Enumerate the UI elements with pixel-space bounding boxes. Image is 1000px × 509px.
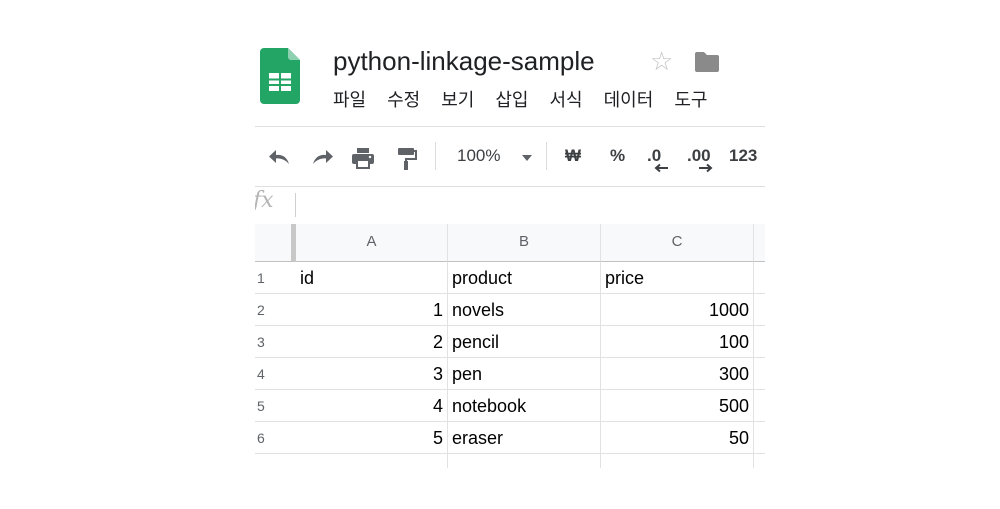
cell-a6[interactable]: 5 xyxy=(296,422,448,454)
cell-a3[interactable]: 2 xyxy=(296,326,448,358)
currency-format-button[interactable]: ₩ xyxy=(565,145,581,167)
menu-file[interactable]: 파일 xyxy=(333,88,366,112)
menu-tools[interactable]: 도구 xyxy=(674,88,707,112)
arrow-left-icon xyxy=(654,163,668,173)
cell-a2[interactable]: 1 xyxy=(296,294,448,326)
cell-c3[interactable]: 100 xyxy=(601,326,754,358)
cell-c5[interactable]: 500 xyxy=(601,390,754,422)
chevron-down-icon[interactable] xyxy=(521,154,533,162)
cell-c1[interactable]: price xyxy=(601,262,754,294)
menu-insert[interactable]: 삽입 xyxy=(495,88,528,112)
row-header-2[interactable]: 2 xyxy=(255,294,296,326)
cell-d7[interactable] xyxy=(754,454,765,468)
redo-icon[interactable] xyxy=(309,146,335,168)
cell-d4[interactable] xyxy=(754,358,765,390)
formula-bar-divider xyxy=(295,193,296,217)
column-header-b[interactable]: B xyxy=(448,224,601,262)
row-header-4[interactable]: 4 xyxy=(255,358,296,390)
cell-b7[interactable] xyxy=(448,454,601,468)
viewport: python-linkage-sample ☆ 파일 수정 보기 삽입 서식 데이터 도구 xyxy=(255,38,765,468)
row-header-7[interactable] xyxy=(255,454,296,468)
cell-a7[interactable] xyxy=(296,454,448,468)
menu-view[interactable]: 보기 xyxy=(441,88,474,112)
percent-format-button[interactable]: % xyxy=(610,145,625,167)
cell-c2[interactable]: 1000 xyxy=(601,294,754,326)
cell-a4[interactable]: 3 xyxy=(296,358,448,390)
document-title[interactable]: python-linkage-sample xyxy=(333,45,595,77)
toolbar-divider xyxy=(546,142,547,170)
cell-b6[interactable]: eraser xyxy=(448,422,601,454)
column-header-a[interactable]: A xyxy=(296,224,448,262)
row-header-5[interactable]: 5 xyxy=(255,390,296,422)
undo-icon[interactable] xyxy=(267,146,293,168)
menu-format[interactable]: 서식 xyxy=(550,88,583,112)
cell-d5[interactable] xyxy=(754,390,765,422)
folder-icon[interactable] xyxy=(693,50,721,74)
menu-data[interactable]: 데이터 xyxy=(604,88,654,112)
cell-c4[interactable]: 300 xyxy=(601,358,754,390)
cell-d3[interactable] xyxy=(754,326,765,358)
cell-a5[interactable]: 4 xyxy=(296,390,448,422)
cell-d2[interactable] xyxy=(754,294,765,326)
formula-input[interactable] xyxy=(303,190,753,220)
cell-b5[interactable]: notebook xyxy=(448,390,601,422)
toolbar-divider-line xyxy=(255,186,765,187)
column-header-d[interactable] xyxy=(754,224,765,262)
cell-c6[interactable]: 50 xyxy=(601,422,754,454)
cell-b4[interactable]: pen xyxy=(448,358,601,390)
google-sheets-logo-icon[interactable] xyxy=(260,48,300,104)
fx-icon: fx xyxy=(255,188,274,213)
paint-format-icon[interactable] xyxy=(396,146,418,172)
cell-b3[interactable]: pencil xyxy=(448,326,601,358)
row-header-3[interactable]: 3 xyxy=(255,326,296,358)
zoom-select[interactable]: 100% xyxy=(457,145,500,167)
print-icon[interactable] xyxy=(350,146,376,170)
star-icon[interactable]: ☆ xyxy=(650,47,673,75)
cell-d6[interactable] xyxy=(754,422,765,454)
row-header-6[interactable]: 6 xyxy=(255,422,296,454)
column-header-c[interactable]: C xyxy=(601,224,754,262)
cell-c7[interactable] xyxy=(601,454,754,468)
menu-edit[interactable]: 수정 xyxy=(387,88,420,112)
select-all-corner[interactable] xyxy=(255,224,296,262)
cell-b2[interactable]: novels xyxy=(448,294,601,326)
header-divider xyxy=(255,126,765,127)
cell-b1[interactable]: product xyxy=(448,262,601,294)
arrow-right-icon xyxy=(699,163,713,173)
cell-a1[interactable]: id xyxy=(296,262,448,294)
row-header-1[interactable]: 1 xyxy=(255,262,296,294)
menu-bar: 파일 수정 보기 삽입 서식 데이터 도구 xyxy=(333,88,728,112)
sheets-window: python-linkage-sample ☆ 파일 수정 보기 삽입 서식 데이터 도구 xyxy=(0,0,1000,509)
cell-d1[interactable] xyxy=(754,262,765,294)
more-formats-button[interactable]: 123 xyxy=(729,145,757,167)
toolbar-divider xyxy=(435,142,436,170)
